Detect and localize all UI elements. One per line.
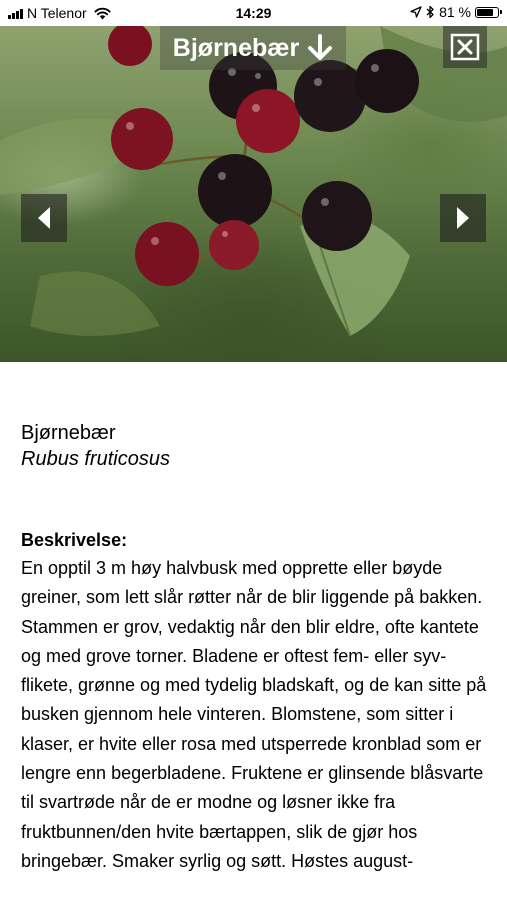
location-arrow-icon — [410, 6, 422, 18]
common-name: Bjørnebær — [21, 422, 116, 444]
blackberry-illustration — [0, 26, 507, 337]
description-heading: Beskrivelse: — [21, 530, 128, 550]
battery-icon — [475, 6, 502, 18]
species-details: Bjørnebær Rubus fruticosus Beskrivelse: … — [21, 420, 491, 876]
latin-name: Rubus fruticosus — [21, 448, 170, 470]
battery-percent: 81 % — [439, 4, 471, 20]
arrow-down-icon — [308, 34, 333, 60]
screen: N Telenor 14:29 81 % Bjørnebær Bjørnebær… — [0, 0, 507, 900]
status-bar: N Telenor 14:29 81 % — [0, 0, 507, 26]
close-box-icon — [450, 33, 480, 61]
battery-fill — [477, 8, 494, 16]
photo-title: Bjørnebær — [172, 33, 300, 62]
triangle-right-icon — [457, 207, 469, 229]
species-photo[interactable] — [0, 26, 507, 362]
title-download-button[interactable]: Bjørnebær — [160, 26, 346, 70]
next-image-button[interactable] — [440, 194, 486, 242]
close-button[interactable] — [443, 26, 487, 68]
description-text: En opptil 3 m høy halvbusk med opprette … — [21, 558, 487, 871]
previous-image-button[interactable] — [21, 194, 67, 242]
triangle-left-icon — [38, 207, 50, 229]
bluetooth-icon — [426, 5, 434, 19]
status-right: 81 % — [410, 4, 502, 20]
